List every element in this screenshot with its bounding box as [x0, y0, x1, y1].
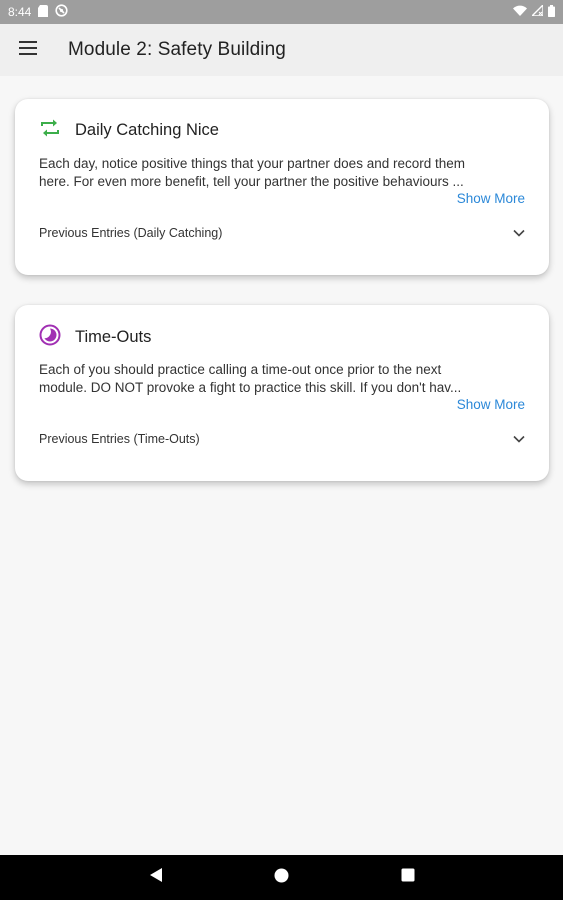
- status-time: 8:44: [8, 5, 32, 19]
- previous-entries-label: Previous Entries (Daily Catching): [39, 226, 223, 240]
- status-left: 8:44: [8, 4, 68, 20]
- show-more-link[interactable]: Show More: [457, 191, 525, 206]
- moon-clock-icon: [39, 324, 61, 351]
- recents-icon: [401, 868, 415, 887]
- battery-icon: [548, 4, 555, 20]
- chevron-down-icon: [513, 229, 525, 237]
- hamburger-menu-icon: [19, 40, 37, 60]
- chevron-down-icon: [513, 435, 525, 443]
- app-bar: Module 2: Safety Building: [0, 24, 563, 76]
- previous-entries-toggle[interactable]: Previous Entries (Time-Outs): [39, 432, 525, 446]
- show-more-link[interactable]: Show More: [457, 397, 525, 412]
- back-icon: [149, 867, 163, 888]
- card-header: Daily Catching Nice: [39, 118, 219, 143]
- card-title: Time-Outs: [75, 328, 152, 346]
- nav-recents-button[interactable]: [393, 863, 423, 893]
- activity-card-time-outs[interactable]: Time-Outs Each of you should practice ca…: [15, 305, 549, 481]
- description-line: here. For even more benefit, tell your p…: [39, 174, 464, 189]
- home-icon: [274, 868, 289, 888]
- previous-entries-label: Previous Entries (Time-Outs): [39, 432, 200, 446]
- wifi-icon: [513, 5, 527, 19]
- status-bar: 8:44: [0, 0, 563, 24]
- menu-button[interactable]: [0, 24, 56, 76]
- activity-card-daily-catching[interactable]: Daily Catching Nice Each day, notice pos…: [15, 99, 549, 275]
- description-line: Each of you should practice calling a ti…: [39, 362, 442, 377]
- card-header: Time-Outs: [39, 324, 151, 351]
- description-line: module. DO NOT provoke a fight to practi…: [39, 380, 462, 395]
- repeat-arrows-icon: [39, 118, 61, 143]
- card-description: Each of you should practice calling a ti…: [39, 361, 527, 397]
- sd-card-icon: [38, 4, 49, 20]
- description-line: Each day, notice positive things that yo…: [39, 156, 465, 171]
- nav-home-button[interactable]: [267, 863, 297, 893]
- card-description: Each day, notice positive things that yo…: [39, 155, 527, 191]
- nav-back-button[interactable]: [141, 863, 171, 893]
- no-sync-icon: [55, 4, 68, 20]
- system-nav-bar: [0, 855, 563, 900]
- card-title: Daily Catching Nice: [75, 121, 219, 139]
- status-right: [513, 3, 555, 20]
- page-title: Module 2: Safety Building: [68, 39, 286, 60]
- signal-icon: [530, 3, 544, 19]
- previous-entries-toggle[interactable]: Previous Entries (Daily Catching): [39, 226, 525, 240]
